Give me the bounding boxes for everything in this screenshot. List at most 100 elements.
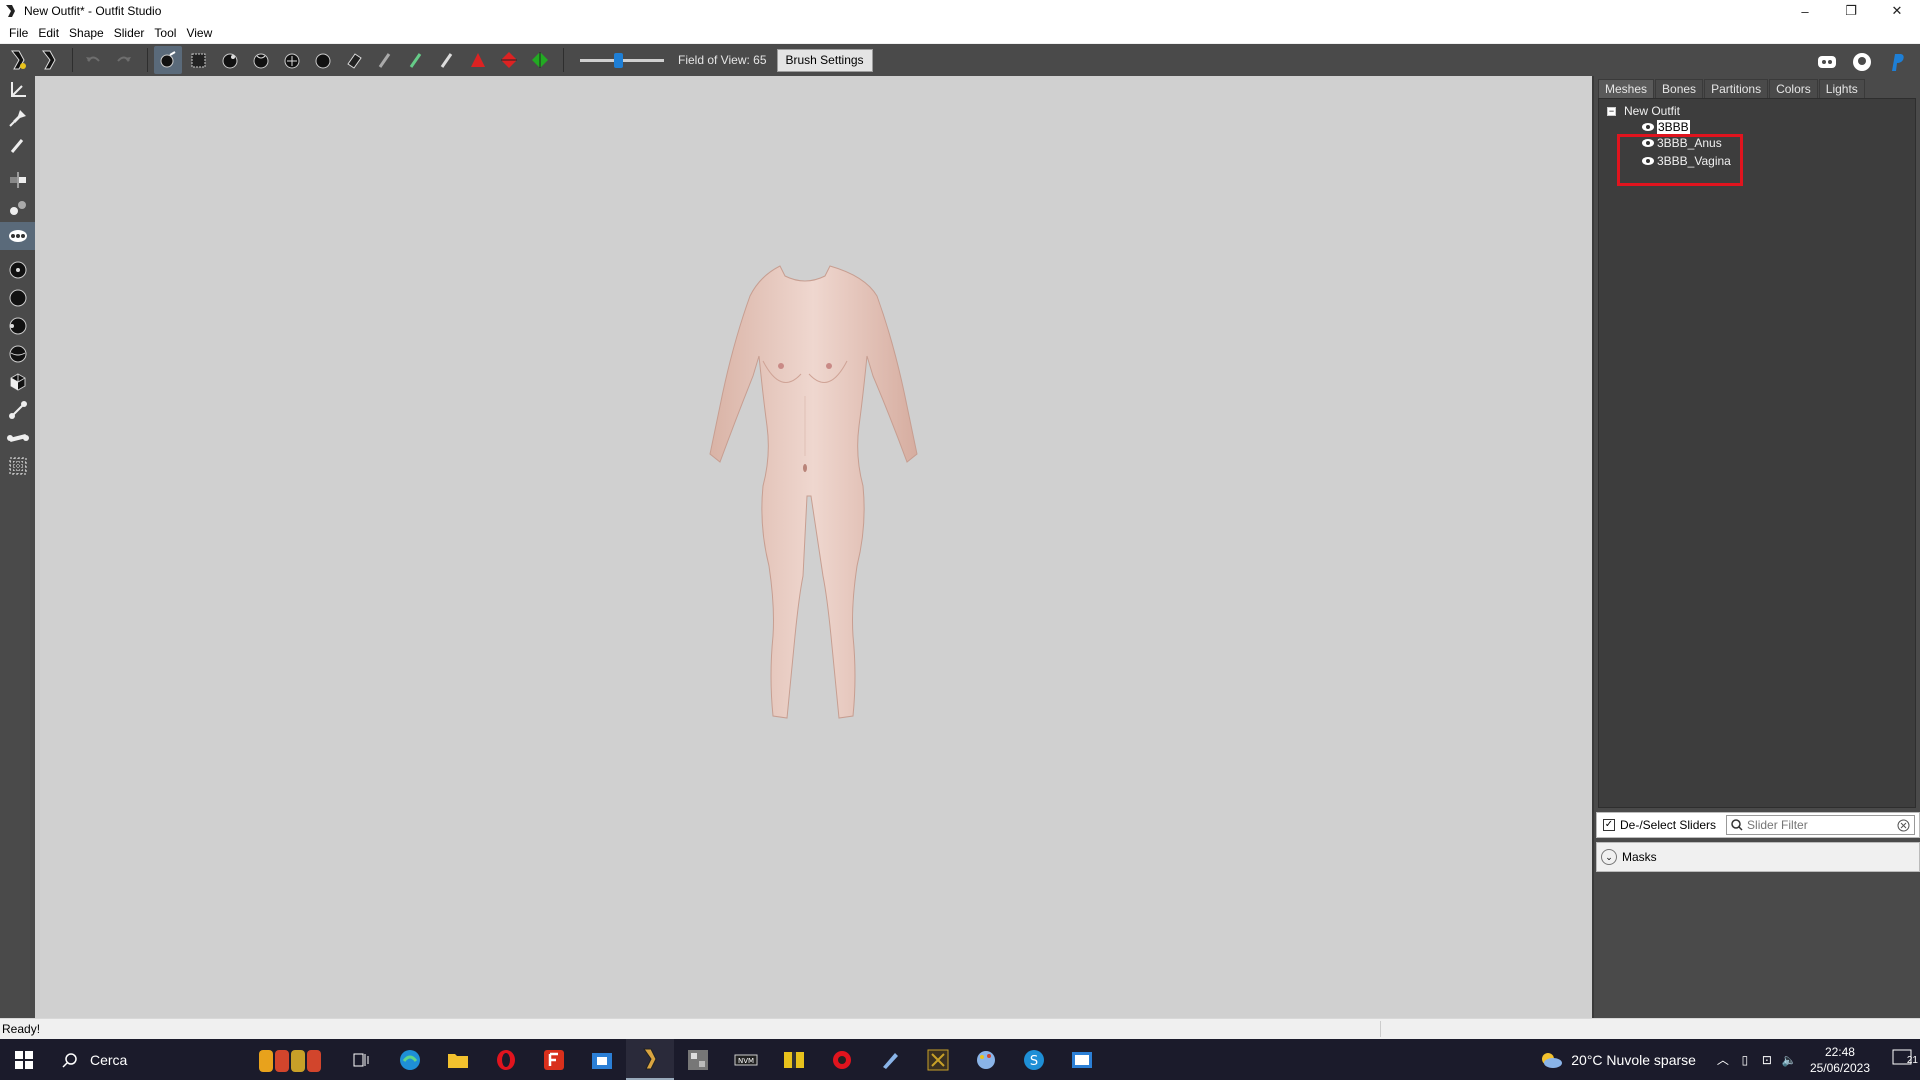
taskbar-opera[interactable] bbox=[482, 1039, 530, 1080]
menu-tool[interactable]: Tool bbox=[149, 26, 181, 40]
slider-filter-input[interactable] bbox=[1747, 818, 1898, 832]
visibility-eye-icon[interactable] bbox=[1641, 122, 1655, 132]
discord-button[interactable] bbox=[1813, 48, 1841, 76]
minimize-button[interactable]: – bbox=[1782, 0, 1828, 22]
tree-root[interactable]: − New Outfit bbox=[1607, 103, 1680, 119]
smooth-brush-button[interactable] bbox=[309, 46, 337, 74]
mesh-tree[interactable]: − New Outfit 3BBB 3BBB_Anus 3BBB_Vagina bbox=[1598, 98, 1916, 808]
show-grid-button[interactable] bbox=[0, 452, 35, 480]
chevron-down-icon[interactable]: ⌄ bbox=[1601, 849, 1617, 865]
start-button[interactable] bbox=[0, 1039, 48, 1080]
taskbar-paint-app[interactable] bbox=[962, 1039, 1010, 1080]
vertex-edit-button[interactable] bbox=[0, 132, 35, 160]
close-button[interactable]: ✕ bbox=[1874, 0, 1920, 22]
menu-slider[interactable]: Slider bbox=[109, 26, 150, 40]
lighting-sphere-icon bbox=[9, 317, 26, 335]
select-brush-button[interactable] bbox=[154, 46, 182, 74]
taskbar-window-app[interactable] bbox=[1058, 1039, 1106, 1080]
paypal-button[interactable] bbox=[1883, 48, 1911, 76]
show-masks-button[interactable] bbox=[0, 368, 35, 396]
maximize-button[interactable]: ❐ bbox=[1828, 0, 1874, 22]
tab-partitions[interactable]: Partitions bbox=[1704, 79, 1769, 98]
taskbar-store[interactable] bbox=[578, 1039, 626, 1080]
tab-colors[interactable]: Colors bbox=[1769, 79, 1818, 98]
move-brush-button[interactable] bbox=[278, 46, 306, 74]
menu-edit[interactable]: Edit bbox=[33, 26, 64, 40]
taskbar-search[interactable]: Cerca bbox=[48, 1039, 248, 1080]
collapse-vertex-button[interactable] bbox=[464, 46, 492, 74]
eraser-icon bbox=[347, 53, 362, 69]
inflate-brush-button[interactable] bbox=[216, 46, 244, 74]
taskbar-outfit-studio[interactable] bbox=[626, 1039, 674, 1080]
mirror-tool-button[interactable] bbox=[0, 166, 35, 194]
taskbar-skype[interactable]: S bbox=[1010, 1039, 1058, 1080]
status-bar: Ready! bbox=[0, 1018, 1920, 1039]
network-icon[interactable]: ⊡ bbox=[1756, 1053, 1778, 1067]
transform-tool-button[interactable] bbox=[0, 76, 35, 104]
taskbar-app-f[interactable] bbox=[530, 1039, 578, 1080]
taskbar-app-tiles[interactable] bbox=[674, 1039, 722, 1080]
pivot-tool-button[interactable] bbox=[0, 104, 35, 132]
skype-icon: S bbox=[1024, 1049, 1044, 1070]
outfit-studio-app-icon bbox=[6, 5, 15, 17]
tab-bones[interactable]: Bones bbox=[1655, 79, 1704, 98]
taskbar-people-app[interactable] bbox=[248, 1039, 338, 1080]
notification-center-button[interactable]: 21 bbox=[1884, 1049, 1920, 1070]
deflate-brush-button[interactable] bbox=[247, 46, 275, 74]
deselect-sliders-checkbox[interactable]: ✓ bbox=[1603, 819, 1615, 831]
palette-icon bbox=[977, 1050, 995, 1069]
flip-edge-button[interactable] bbox=[495, 46, 523, 74]
undo-button[interactable] bbox=[79, 46, 107, 74]
show-lighting-button[interactable] bbox=[0, 312, 35, 340]
taskbar-edge[interactable] bbox=[386, 1039, 434, 1080]
masks-row[interactable]: ⌄ Masks bbox=[1596, 842, 1920, 872]
split-edge-button[interactable] bbox=[526, 46, 554, 74]
github-button[interactable] bbox=[1848, 48, 1876, 76]
weather-widget[interactable]: 20°C Nuvole sparse bbox=[1539, 1050, 1696, 1070]
load-project-button[interactable] bbox=[4, 46, 32, 74]
tree-item-label: 3BBB bbox=[1657, 120, 1690, 134]
taskbar-file-explorer[interactable] bbox=[434, 1039, 482, 1080]
3d-viewport[interactable] bbox=[35, 76, 1592, 1018]
clear-filter-icon[interactable] bbox=[1897, 819, 1910, 832]
menu-file[interactable]: File bbox=[4, 26, 33, 40]
menu-shape[interactable]: Shape bbox=[64, 26, 109, 40]
transform-icon bbox=[10, 82, 26, 97]
alpha-brush-button[interactable] bbox=[433, 46, 461, 74]
fov-slider-thumb[interactable] bbox=[614, 52, 623, 68]
taskbar-archive-app[interactable] bbox=[770, 1039, 818, 1080]
tree-collapse-toggle[interactable]: − bbox=[1607, 106, 1616, 116]
show-wireframe-button[interactable] bbox=[0, 284, 35, 312]
show-textures-button[interactable] bbox=[0, 340, 35, 368]
taskbar-nvidia[interactable]: NVM bbox=[722, 1039, 770, 1080]
show-vertices-button[interactable] bbox=[0, 256, 35, 284]
global-brush-button[interactable] bbox=[0, 222, 35, 250]
weight-brush-button[interactable] bbox=[371, 46, 399, 74]
brush-settings-button[interactable]: Brush Settings bbox=[776, 48, 873, 72]
connected-only-button[interactable] bbox=[0, 194, 35, 222]
fov-slider[interactable] bbox=[580, 52, 664, 68]
tab-lights[interactable]: Lights bbox=[1818, 79, 1865, 98]
mask-brush-button[interactable] bbox=[185, 46, 213, 74]
undiff-brush-button[interactable] bbox=[340, 46, 368, 74]
save-project-button[interactable] bbox=[35, 46, 63, 74]
menu-view[interactable]: View bbox=[181, 26, 217, 40]
chevron-up-icon[interactable]: ︿ bbox=[1712, 1051, 1734, 1068]
taskbar-game-app[interactable] bbox=[914, 1039, 962, 1080]
show-bones-button[interactable] bbox=[0, 396, 35, 424]
show-floor-button[interactable] bbox=[0, 424, 35, 452]
tree-item[interactable]: 3BBB bbox=[1641, 119, 1690, 135]
taskbar-recorder-app[interactable] bbox=[818, 1039, 866, 1080]
folder-icon bbox=[448, 1053, 468, 1068]
taskbar-clock[interactable]: 22:48 25/06/2023 bbox=[1810, 1044, 1870, 1076]
device-icon[interactable]: ▯ bbox=[1734, 1053, 1756, 1067]
undo-icon bbox=[86, 56, 100, 62]
color-brush-button[interactable] bbox=[402, 46, 430, 74]
tab-meshes[interactable]: Meshes bbox=[1598, 79, 1655, 98]
task-view-button[interactable] bbox=[338, 1039, 386, 1080]
taskbar-pen-app[interactable] bbox=[866, 1039, 914, 1080]
red-triangle-icon bbox=[471, 53, 485, 67]
redo-button[interactable] bbox=[110, 46, 138, 74]
slider-filter-box[interactable] bbox=[1726, 815, 1915, 835]
volume-icon[interactable]: 🔈 bbox=[1778, 1053, 1800, 1067]
